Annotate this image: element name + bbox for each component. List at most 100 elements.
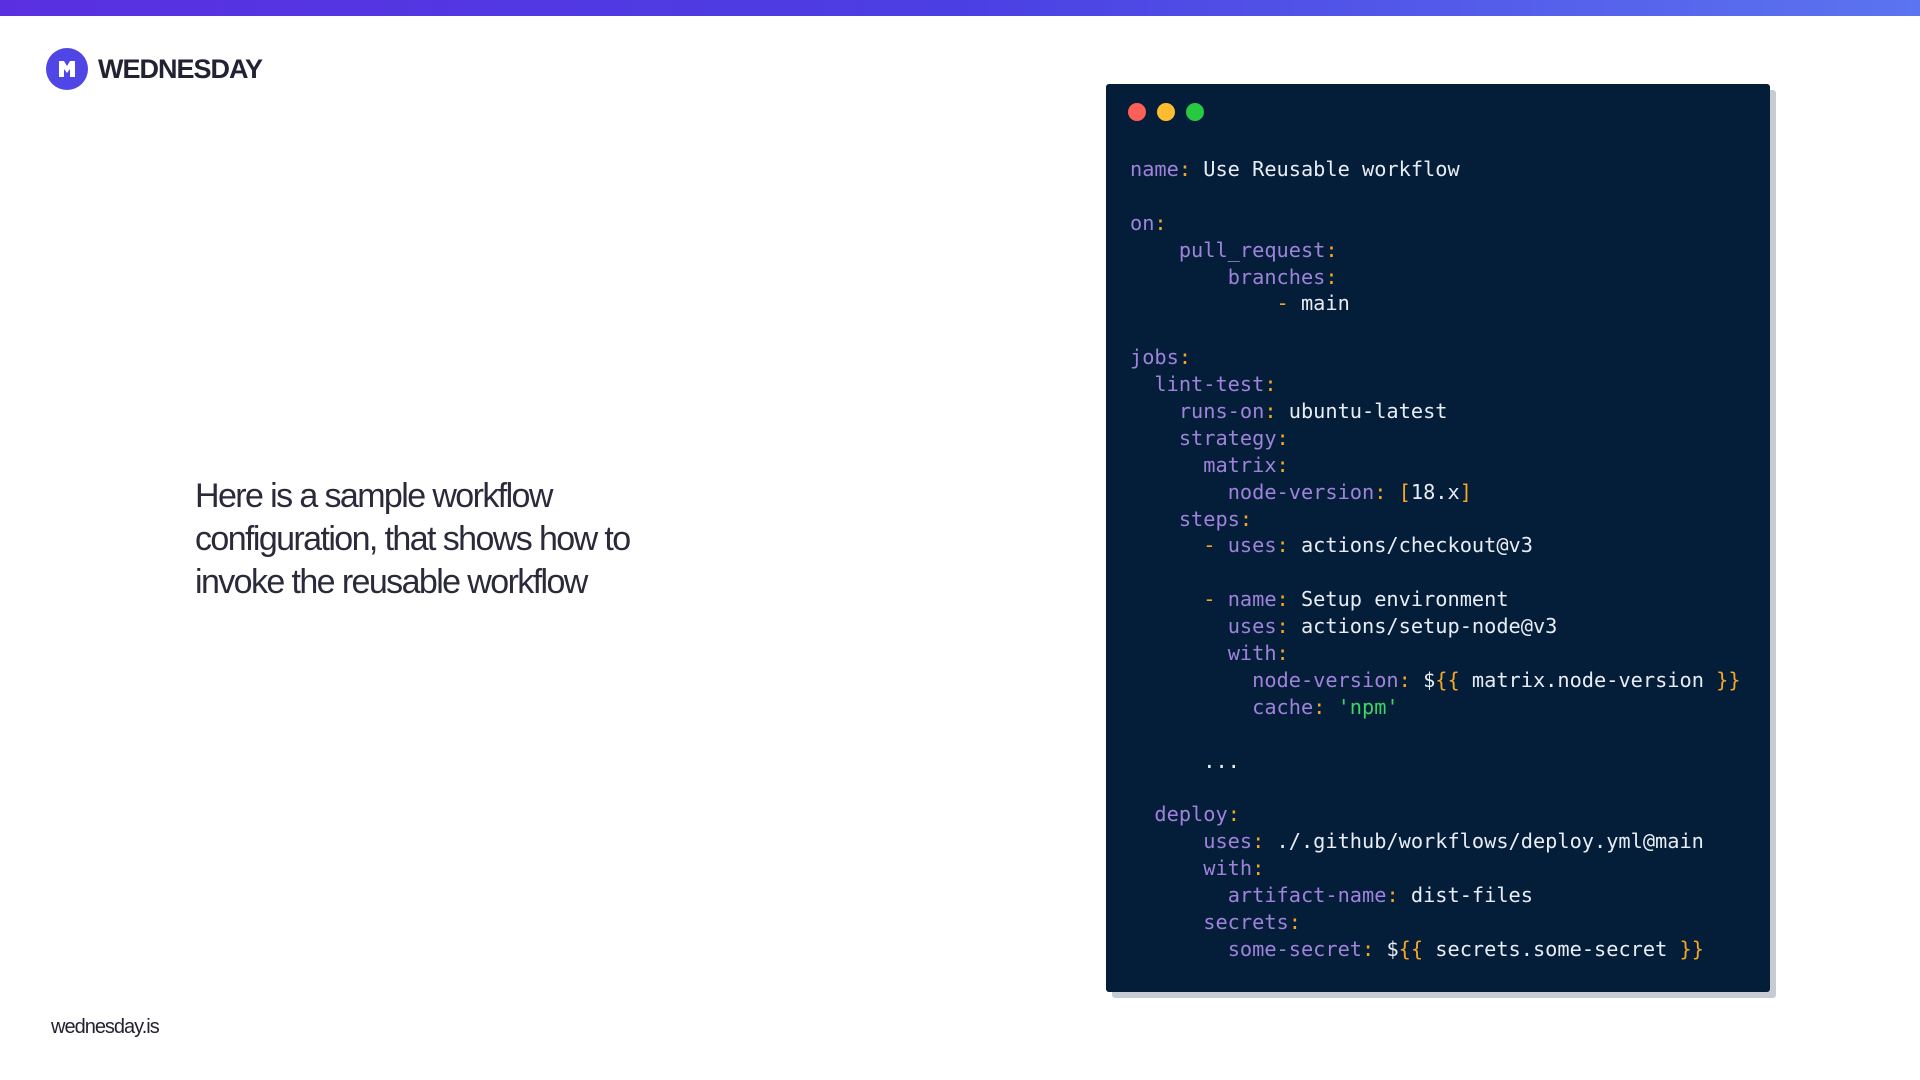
code-line: lint-test: [1130, 371, 1741, 398]
code-token: on [1130, 210, 1155, 235]
code-line: ... [1130, 748, 1741, 775]
code-token: name [1130, 157, 1179, 181]
code-token: }} [1716, 667, 1741, 692]
code-token: main [1300, 291, 1350, 316]
code-token: : [1178, 345, 1192, 370]
code-token: : [1362, 936, 1387, 961]
code-token: uses [1227, 533, 1277, 558]
code-token: dist-files [1410, 883, 1533, 908]
code-line: jobs: [1130, 344, 1741, 371]
code-token: actions/checkout@v3 [1300, 533, 1533, 558]
code-token: jobs [1130, 345, 1179, 370]
code-line: - main [1130, 290, 1741, 317]
code-line: uses: actions/setup-node@v3 [1130, 613, 1741, 640]
code-token: : [1276, 533, 1301, 558]
code-token: cache [1252, 694, 1314, 719]
code-line: matrix: [1130, 452, 1741, 479]
code-token: : [1264, 399, 1289, 424]
code-token: : [1178, 157, 1204, 181]
code-token: - [1203, 587, 1228, 612]
code-block: name: Use Reusable workflow on: pull_requ… [1130, 156, 1741, 963]
code-line: cache: 'npm' [1130, 694, 1741, 721]
code-token: : [1264, 372, 1277, 397]
code-line: - uses: actions/checkout@v3 [1130, 532, 1741, 559]
code-token: some-secret [1227, 936, 1363, 961]
close-dot-icon[interactable] [1128, 103, 1146, 121]
code-token: : [1276, 587, 1301, 612]
code-token: Use Reusable workflow [1203, 157, 1460, 181]
code-token: : [1386, 883, 1411, 908]
code-token: : [1154, 210, 1167, 235]
code-token: 18.x [1410, 479, 1460, 504]
code-token: matrix [1203, 452, 1277, 477]
code-line: some-secret: ${{ secrets.some-secret }} [1130, 936, 1741, 963]
code-token: : [1325, 264, 1338, 289]
top-accent-bar [0, 0, 1920, 16]
code-token: : [1276, 425, 1289, 450]
code-token: node-version [1227, 479, 1375, 504]
window-controls [1128, 103, 1204, 121]
code-token: with [1227, 641, 1277, 666]
code-token: - [1276, 291, 1301, 316]
code-token: artifact-name [1227, 883, 1387, 908]
code-token: : [1398, 667, 1424, 692]
code-token: strategy [1178, 425, 1277, 450]
code-token: Setup environment [1300, 587, 1509, 612]
code-token: steps [1178, 506, 1240, 531]
brand-name: WEDNESDAY [98, 53, 263, 84]
footer-url[interactable]: wednesday.is [51, 1016, 160, 1039]
code-window: name: Use Reusable workflow on: pull_requ… [1106, 84, 1770, 992]
minimize-dot-icon[interactable] [1157, 103, 1175, 121]
code-token: lint-test [1154, 372, 1265, 397]
code-token: pull_request [1178, 237, 1326, 262]
code-token: ubuntu-latest [1288, 399, 1448, 424]
code-token: : [ [1374, 479, 1411, 504]
wednesday-logo-icon [46, 48, 88, 90]
code-token: $ [1386, 936, 1399, 961]
code-line: node-version: [18.x] [1130, 479, 1741, 506]
wednesday-logo-glyph [59, 61, 75, 77]
code-line: pull_request: [1130, 237, 1741, 264]
code-token: : [1276, 614, 1301, 639]
code-line: - name: Setup environment [1130, 586, 1741, 613]
code-token: : [1252, 829, 1277, 854]
code-line: secrets: [1130, 909, 1741, 936]
code-line: with: [1130, 855, 1741, 882]
code-line: branches: [1130, 264, 1741, 291]
code-token: ] [1459, 479, 1472, 504]
code-token: uses [1203, 829, 1253, 854]
code-token: : [1276, 452, 1289, 477]
maximize-dot-icon[interactable] [1186, 103, 1204, 121]
code-token: $ [1423, 667, 1436, 692]
code-line: on: [1130, 210, 1741, 237]
brand-header[interactable]: WEDNESDAY [46, 48, 263, 90]
code-token: {{ [1398, 936, 1424, 961]
code-line: steps: [1130, 506, 1741, 533]
code-line: with: [1130, 640, 1741, 667]
code-line: name: Use Reusable workflow [1130, 156, 1741, 183]
code-token: uses [1227, 614, 1277, 639]
code-token: {{ [1435, 667, 1460, 692]
code-token: : [1325, 237, 1338, 262]
code-token: ./.github/workflows/deploy.yml@main [1276, 829, 1704, 854]
code-line: artifact-name: dist-files [1130, 882, 1741, 909]
